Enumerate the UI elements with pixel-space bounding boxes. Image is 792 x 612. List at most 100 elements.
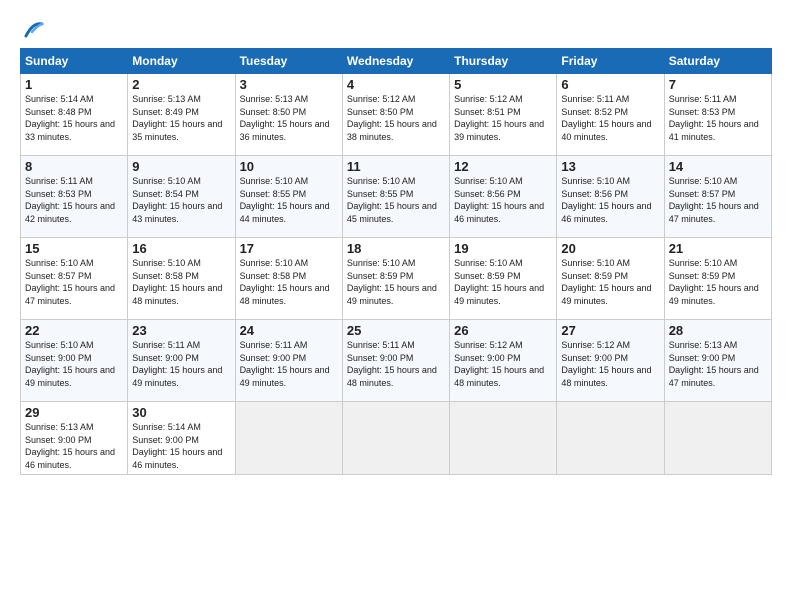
- cell-text: Sunrise: 5:10 AMSunset: 8:55 PMDaylight:…: [347, 175, 445, 225]
- day-number: 8: [25, 159, 123, 174]
- calendar-cell: 17Sunrise: 5:10 AMSunset: 8:58 PMDayligh…: [235, 238, 342, 320]
- cell-text: Sunrise: 5:11 AMSunset: 9:00 PMDaylight:…: [132, 339, 230, 389]
- cell-text: Sunrise: 5:10 AMSunset: 8:57 PMDaylight:…: [25, 257, 123, 307]
- calendar-cell: 22Sunrise: 5:10 AMSunset: 9:00 PMDayligh…: [21, 320, 128, 402]
- day-number: 14: [669, 159, 767, 174]
- page: SundayMondayTuesdayWednesdayThursdayFrid…: [0, 0, 792, 612]
- header-cell-saturday: Saturday: [664, 49, 771, 74]
- day-number: 22: [25, 323, 123, 338]
- calendar-row: 22Sunrise: 5:10 AMSunset: 9:00 PMDayligh…: [21, 320, 772, 402]
- calendar-cell: 10Sunrise: 5:10 AMSunset: 8:55 PMDayligh…: [235, 156, 342, 238]
- calendar-cell: 3Sunrise: 5:13 AMSunset: 8:50 PMDaylight…: [235, 74, 342, 156]
- cell-text: Sunrise: 5:13 AMSunset: 9:00 PMDaylight:…: [669, 339, 767, 389]
- header-cell-thursday: Thursday: [450, 49, 557, 74]
- cell-text: Sunrise: 5:10 AMSunset: 8:54 PMDaylight:…: [132, 175, 230, 225]
- day-number: 16: [132, 241, 230, 256]
- header: [20, 18, 772, 40]
- day-number: 23: [132, 323, 230, 338]
- calendar-cell: [235, 402, 342, 475]
- cell-text: Sunrise: 5:14 AMSunset: 9:00 PMDaylight:…: [132, 421, 230, 471]
- calendar-cell: 23Sunrise: 5:11 AMSunset: 9:00 PMDayligh…: [128, 320, 235, 402]
- calendar-cell: 13Sunrise: 5:10 AMSunset: 8:56 PMDayligh…: [557, 156, 664, 238]
- cell-text: Sunrise: 5:12 AMSunset: 8:51 PMDaylight:…: [454, 93, 552, 143]
- day-number: 13: [561, 159, 659, 174]
- cell-text: Sunrise: 5:10 AMSunset: 8:55 PMDaylight:…: [240, 175, 338, 225]
- calendar-cell: 25Sunrise: 5:11 AMSunset: 9:00 PMDayligh…: [342, 320, 449, 402]
- calendar-cell: [664, 402, 771, 475]
- day-number: 4: [347, 77, 445, 92]
- header-cell-tuesday: Tuesday: [235, 49, 342, 74]
- calendar-cell: 27Sunrise: 5:12 AMSunset: 9:00 PMDayligh…: [557, 320, 664, 402]
- header-cell-friday: Friday: [557, 49, 664, 74]
- calendar-cell: 5Sunrise: 5:12 AMSunset: 8:51 PMDaylight…: [450, 74, 557, 156]
- day-number: 27: [561, 323, 659, 338]
- day-number: 7: [669, 77, 767, 92]
- day-number: 20: [561, 241, 659, 256]
- cell-text: Sunrise: 5:10 AMSunset: 8:59 PMDaylight:…: [347, 257, 445, 307]
- day-number: 15: [25, 241, 123, 256]
- calendar-cell: 28Sunrise: 5:13 AMSunset: 9:00 PMDayligh…: [664, 320, 771, 402]
- calendar-cell: 14Sunrise: 5:10 AMSunset: 8:57 PMDayligh…: [664, 156, 771, 238]
- calendar-row: 15Sunrise: 5:10 AMSunset: 8:57 PMDayligh…: [21, 238, 772, 320]
- day-number: 11: [347, 159, 445, 174]
- cell-text: Sunrise: 5:12 AMSunset: 9:00 PMDaylight:…: [454, 339, 552, 389]
- calendar-cell: 11Sunrise: 5:10 AMSunset: 8:55 PMDayligh…: [342, 156, 449, 238]
- day-number: 25: [347, 323, 445, 338]
- cell-text: Sunrise: 5:10 AMSunset: 8:58 PMDaylight:…: [132, 257, 230, 307]
- calendar-cell: 24Sunrise: 5:11 AMSunset: 9:00 PMDayligh…: [235, 320, 342, 402]
- day-number: 10: [240, 159, 338, 174]
- calendar-cell: 6Sunrise: 5:11 AMSunset: 8:52 PMDaylight…: [557, 74, 664, 156]
- day-number: 5: [454, 77, 552, 92]
- calendar-cell: 30Sunrise: 5:14 AMSunset: 9:00 PMDayligh…: [128, 402, 235, 475]
- calendar-row: 8Sunrise: 5:11 AMSunset: 8:53 PMDaylight…: [21, 156, 772, 238]
- day-number: 2: [132, 77, 230, 92]
- cell-text: Sunrise: 5:14 AMSunset: 8:48 PMDaylight:…: [25, 93, 123, 143]
- day-number: 24: [240, 323, 338, 338]
- cell-text: Sunrise: 5:10 AMSunset: 8:58 PMDaylight:…: [240, 257, 338, 307]
- calendar-cell: 8Sunrise: 5:11 AMSunset: 8:53 PMDaylight…: [21, 156, 128, 238]
- calendar-body: 1Sunrise: 5:14 AMSunset: 8:48 PMDaylight…: [21, 74, 772, 475]
- calendar-cell: 7Sunrise: 5:11 AMSunset: 8:53 PMDaylight…: [664, 74, 771, 156]
- day-number: 29: [25, 405, 123, 420]
- day-number: 3: [240, 77, 338, 92]
- cell-text: Sunrise: 5:13 AMSunset: 8:49 PMDaylight:…: [132, 93, 230, 143]
- calendar-cell: 1Sunrise: 5:14 AMSunset: 8:48 PMDaylight…: [21, 74, 128, 156]
- day-number: 19: [454, 241, 552, 256]
- calendar-table: SundayMondayTuesdayWednesdayThursdayFrid…: [20, 48, 772, 475]
- day-number: 28: [669, 323, 767, 338]
- cell-text: Sunrise: 5:10 AMSunset: 8:59 PMDaylight:…: [454, 257, 552, 307]
- calendar-cell: 4Sunrise: 5:12 AMSunset: 8:50 PMDaylight…: [342, 74, 449, 156]
- calendar-cell: 29Sunrise: 5:13 AMSunset: 9:00 PMDayligh…: [21, 402, 128, 475]
- cell-text: Sunrise: 5:13 AMSunset: 9:00 PMDaylight:…: [25, 421, 123, 471]
- cell-text: Sunrise: 5:10 AMSunset: 8:57 PMDaylight:…: [669, 175, 767, 225]
- calendar-cell: [557, 402, 664, 475]
- cell-text: Sunrise: 5:11 AMSunset: 9:00 PMDaylight:…: [347, 339, 445, 389]
- calendar-cell: [342, 402, 449, 475]
- header-cell-wednesday: Wednesday: [342, 49, 449, 74]
- cell-text: Sunrise: 5:10 AMSunset: 8:59 PMDaylight:…: [669, 257, 767, 307]
- calendar-cell: 21Sunrise: 5:10 AMSunset: 8:59 PMDayligh…: [664, 238, 771, 320]
- calendar-cell: 2Sunrise: 5:13 AMSunset: 8:49 PMDaylight…: [128, 74, 235, 156]
- day-number: 1: [25, 77, 123, 92]
- calendar-cell: [450, 402, 557, 475]
- cell-text: Sunrise: 5:10 AMSunset: 8:56 PMDaylight:…: [454, 175, 552, 225]
- cell-text: Sunrise: 5:11 AMSunset: 8:52 PMDaylight:…: [561, 93, 659, 143]
- calendar-row: 29Sunrise: 5:13 AMSunset: 9:00 PMDayligh…: [21, 402, 772, 475]
- cell-text: Sunrise: 5:12 AMSunset: 8:50 PMDaylight:…: [347, 93, 445, 143]
- header-cell-sunday: Sunday: [21, 49, 128, 74]
- day-number: 12: [454, 159, 552, 174]
- calendar-cell: 26Sunrise: 5:12 AMSunset: 9:00 PMDayligh…: [450, 320, 557, 402]
- day-number: 6: [561, 77, 659, 92]
- calendar-cell: 15Sunrise: 5:10 AMSunset: 8:57 PMDayligh…: [21, 238, 128, 320]
- header-row: SundayMondayTuesdayWednesdayThursdayFrid…: [21, 49, 772, 74]
- day-number: 17: [240, 241, 338, 256]
- logo: [20, 18, 44, 40]
- cell-text: Sunrise: 5:10 AMSunset: 9:00 PMDaylight:…: [25, 339, 123, 389]
- day-number: 21: [669, 241, 767, 256]
- day-number: 26: [454, 323, 552, 338]
- calendar-cell: 16Sunrise: 5:10 AMSunset: 8:58 PMDayligh…: [128, 238, 235, 320]
- header-cell-monday: Monday: [128, 49, 235, 74]
- day-number: 9: [132, 159, 230, 174]
- calendar-cell: 18Sunrise: 5:10 AMSunset: 8:59 PMDayligh…: [342, 238, 449, 320]
- day-number: 30: [132, 405, 230, 420]
